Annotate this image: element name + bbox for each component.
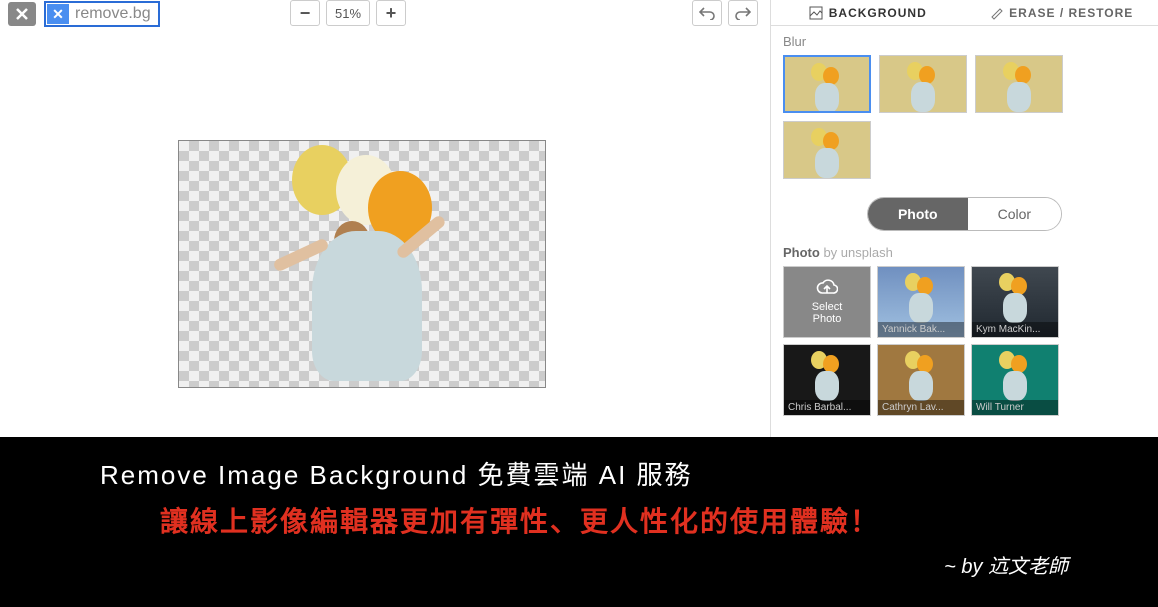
canvas[interactable] [178, 140, 546, 388]
overlay-subtitle: 讓線上影像編輯器更加有彈性、更人性化的使用體驗！ [30, 500, 1128, 540]
photo-option-2[interactable]: Kym MacKin... [971, 266, 1059, 338]
photo-option-3[interactable]: Chris Barbal... [783, 344, 871, 416]
photo-option-5[interactable]: Will Turner [971, 344, 1059, 416]
undo-button[interactable] [692, 0, 722, 26]
zoom-value: 51% [326, 0, 370, 26]
photo-option-4[interactable]: Cathryn Lav... [877, 344, 965, 416]
close-button[interactable] [8, 2, 36, 26]
blur-option-4[interactable] [783, 121, 871, 179]
redo-icon [735, 6, 751, 20]
blur-section-label: Blur [771, 26, 1158, 55]
overlay-byline: ~ by 迒文老師 [30, 550, 1128, 579]
redo-button[interactable] [728, 0, 758, 26]
logo-text: remove.bg [69, 5, 157, 23]
zoom-in-button[interactable]: + [376, 0, 406, 26]
photo-section-label: Photo by unsplash [771, 241, 1158, 266]
bg-type-toggle: Photo Color [867, 197, 1062, 231]
cloud-upload-icon [816, 279, 838, 297]
undo-icon [699, 6, 715, 20]
subject-image [252, 141, 472, 388]
zoom-controls: − 51% + [290, 0, 406, 26]
overlay-title: Remove Image Background 免費雲端 AI 服務 [30, 455, 1128, 492]
tab-erase-restore[interactable]: ERASE / RESTORE [965, 0, 1158, 25]
select-photo-button[interactable]: SelectPhoto [783, 266, 871, 338]
blur-option-1[interactable] [783, 55, 871, 113]
close-icon [15, 7, 29, 21]
photo-option-1[interactable]: Yannick Bak... [877, 266, 965, 338]
erase-icon [989, 6, 1003, 20]
zoom-out-button[interactable]: − [290, 0, 320, 26]
logo-icon: ✕ [47, 4, 69, 24]
tab-background[interactable]: BACKGROUND [771, 0, 965, 25]
toggle-photo[interactable]: Photo [868, 198, 968, 230]
blur-option-3[interactable] [975, 55, 1063, 113]
blur-option-2[interactable] [879, 55, 967, 113]
caption-overlay: Remove Image Background 免費雲端 AI 服務 讓線上影像… [0, 437, 1158, 607]
logo-badge[interactable]: ✕ remove.bg [44, 1, 160, 27]
background-icon [809, 6, 823, 20]
toggle-color[interactable]: Color [968, 198, 1061, 230]
